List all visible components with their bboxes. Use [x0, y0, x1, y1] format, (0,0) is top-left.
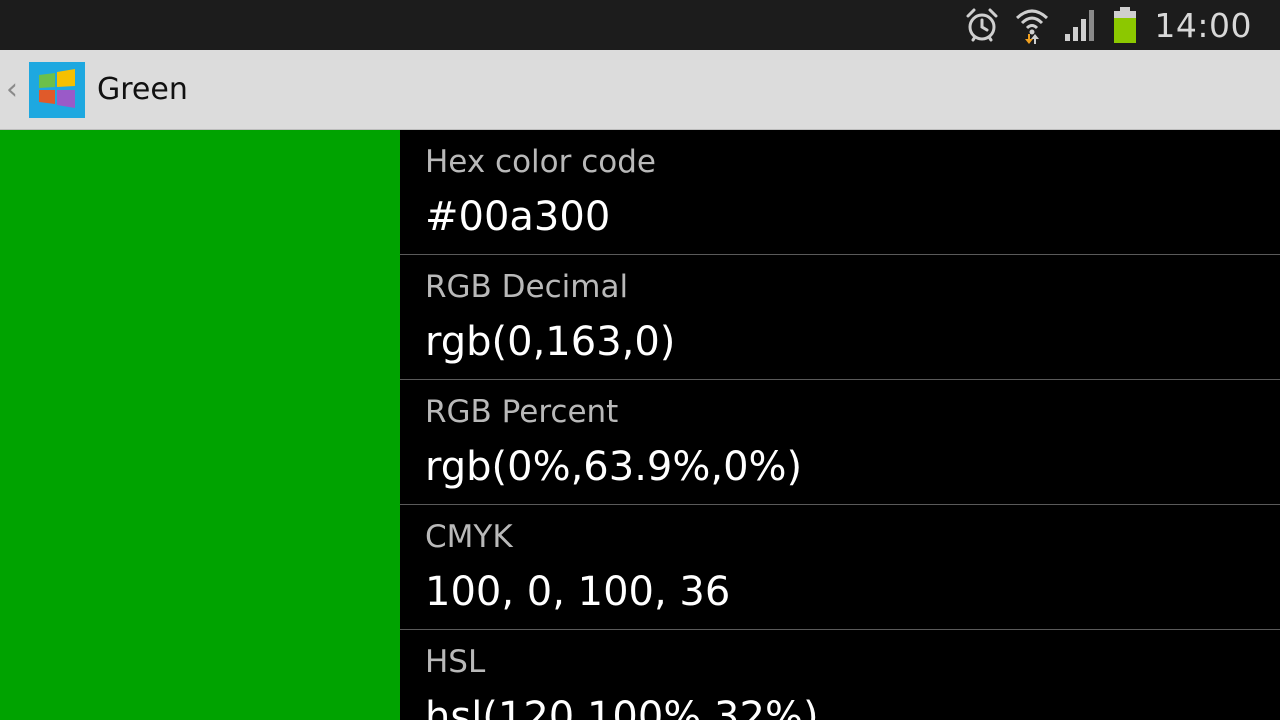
detail-label: HSL	[425, 644, 486, 680]
color-details-list: Hex color code #00a300 RGB Decimal rgb(0…	[400, 130, 1280, 720]
action-bar: ‹ Green	[0, 50, 1280, 130]
signal-icon	[1064, 8, 1098, 42]
detail-label: RGB Decimal	[425, 269, 629, 305]
list-item-rgb-decimal[interactable]: RGB Decimal rgb(0,163,0)	[400, 255, 1280, 380]
detail-value: hsl(120,100%,32%)	[425, 694, 819, 720]
up-button[interactable]: ‹	[0, 50, 90, 130]
wifi-icon	[1014, 6, 1050, 44]
status-icons: 14:00	[964, 0, 1252, 50]
list-item-rgb-percent[interactable]: RGB Percent rgb(0%,63.9%,0%)	[400, 380, 1280, 505]
status-bar: 14:00	[0, 0, 1280, 50]
detail-value: 100, 0, 100, 36	[425, 569, 731, 615]
detail-label: Hex color code	[425, 144, 656, 180]
list-item-cmyk[interactable]: CMYK 100, 0, 100, 36	[400, 505, 1280, 630]
list-item-hex[interactable]: Hex color code #00a300	[400, 130, 1280, 255]
list-item-hsl[interactable]: HSL hsl(120,100%,32%)	[400, 630, 1280, 720]
detail-label: CMYK	[425, 519, 513, 555]
alarm-icon	[964, 7, 1000, 43]
detail-value: rgb(0,163,0)	[425, 319, 676, 365]
status-time: 14:00	[1154, 5, 1252, 45]
battery-icon	[1112, 6, 1138, 44]
color-swatch	[0, 130, 400, 720]
page-title: Green	[97, 72, 188, 107]
detail-value: #00a300	[425, 194, 611, 240]
detail-value: rgb(0%,63.9%,0%)	[425, 444, 803, 490]
detail-label: RGB Percent	[425, 394, 619, 430]
chevron-left-icon: ‹	[6, 72, 18, 107]
windows-logo-icon	[29, 62, 85, 118]
